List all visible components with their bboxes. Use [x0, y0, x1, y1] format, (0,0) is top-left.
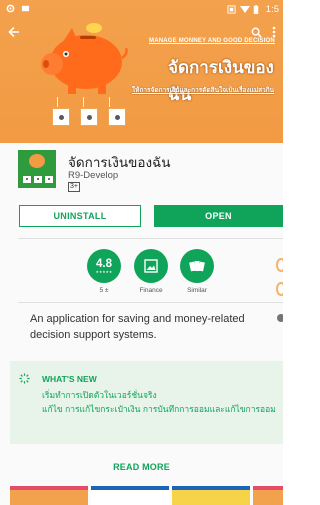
- screenshot-bar: [253, 486, 283, 490]
- image-icon: [144, 259, 158, 273]
- rating-count-label: 5 ±: [99, 287, 109, 294]
- sparkle-icon: [19, 373, 30, 387]
- content-rating-badge[interactable]: 3+: [68, 182, 80, 192]
- expand-description-toggle[interactable]: [277, 314, 283, 322]
- drop-lines: [57, 97, 110, 107]
- screenshot-thumbnail[interactable]: [91, 486, 169, 505]
- similar-label: Similar: [187, 287, 207, 294]
- screenshot-thumbnail[interactable]: [172, 486, 250, 505]
- rating-value: 4.8: [96, 257, 112, 270]
- screenshot-carousel[interactable]: [10, 486, 283, 505]
- whats-new-line: แก้ไข การแก้ไขกระเป๋าเงิน การบันทึกการออ…: [42, 404, 276, 414]
- wifi-icon: [239, 5, 250, 14]
- settings-status-icon: [6, 4, 15, 13]
- screenshot-thumbnail[interactable]: [10, 486, 88, 505]
- screenshot-thumbnail[interactable]: [253, 486, 283, 505]
- whats-new-line: เริ่มทำการเปิดตัวในเวอร์ชั่นจริง: [42, 390, 157, 400]
- mini-coins: [23, 176, 53, 183]
- coin-row: [52, 108, 126, 126]
- drop-line: [83, 97, 84, 107]
- coin-box: [108, 108, 126, 126]
- divider: [18, 302, 283, 303]
- hero-title: จัดการเงินของฉัน: [168, 58, 274, 105]
- category-finance-button[interactable]: [134, 249, 168, 283]
- rating-badge[interactable]: 4.8 ★★★★★: [87, 249, 121, 283]
- mini-coin: [45, 176, 53, 183]
- arrow-left-icon: [8, 26, 19, 38]
- coin-box: [52, 108, 70, 126]
- battery-icon: [253, 5, 262, 15]
- mini-coin: [34, 176, 42, 183]
- edge-indicator: [276, 282, 283, 296]
- clock: 1:5: [265, 4, 279, 15]
- category-label: Finance: [139, 287, 163, 294]
- search-icon: [251, 27, 262, 38]
- rating-stars: ★★★★★: [95, 269, 113, 274]
- more-vertical-icon: [272, 26, 276, 38]
- whats-new-card: WHAT'S NEW เริ่มทำการเปิดตัวในเวอร์ชั่นจ…: [10, 361, 283, 444]
- notification-status-icon: [21, 4, 30, 13]
- coin-box: [80, 108, 98, 126]
- screenshot-bar: [91, 486, 169, 490]
- screenshot-bar: [172, 486, 250, 490]
- app-icon[interactable]: [18, 150, 56, 188]
- feature-graphic: 1:5 MANAGE MONNEY AND GOOD DECISION จัดก…: [0, 0, 283, 143]
- similar-apps-button[interactable]: [180, 249, 214, 283]
- piggy-bank-illustration: [41, 23, 128, 94]
- whats-new-title: WHAT'S NEW: [42, 374, 97, 384]
- app-detail-page: 1:5 MANAGE MONNEY AND GOOD DECISION จัดก…: [0, 0, 283, 505]
- cards-icon: [189, 261, 205, 272]
- developer-link[interactable]: R9-Develop: [68, 170, 118, 181]
- drop-line: [109, 97, 110, 107]
- more-options-button[interactable]: [272, 25, 276, 41]
- open-button[interactable]: OPEN: [154, 205, 283, 227]
- search-button[interactable]: [251, 26, 262, 41]
- uninstall-button[interactable]: UNINSTALL: [19, 205, 141, 227]
- status-bar: 1:5: [0, 0, 283, 20]
- hero-subtitle: ให้การจัดการเงินและการตัดสินใจเป็นเรื่อง…: [132, 87, 275, 94]
- mini-coin: [23, 176, 31, 183]
- app-description[interactable]: An application for saving and money-rela…: [30, 311, 268, 343]
- mini-pig: [29, 154, 45, 168]
- divider: [18, 238, 283, 239]
- read-more-button[interactable]: READ MORE: [0, 462, 283, 472]
- edge-indicator: [276, 258, 283, 272]
- drop-line: [57, 97, 58, 107]
- vibrate-icon: [227, 5, 236, 14]
- back-button[interactable]: [8, 26, 20, 42]
- screenshot-bar: [10, 486, 88, 490]
